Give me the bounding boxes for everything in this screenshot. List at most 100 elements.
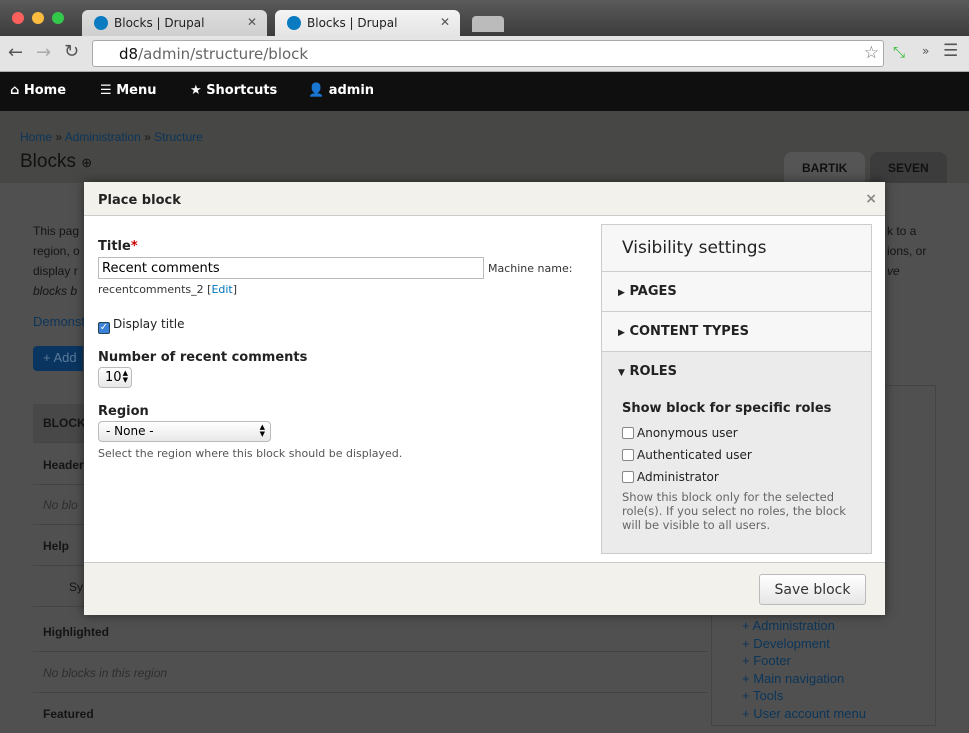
title-label: Title*	[98, 239, 138, 254]
visibility-tab-roles[interactable]: ▼ ROLES	[602, 352, 871, 391]
tab-seven[interactable]: SEVEN	[870, 152, 947, 183]
new-tab-button[interactable]	[472, 16, 504, 32]
visibility-tab-pages[interactable]: ▶ PAGES	[602, 272, 871, 312]
roles-pane: Show block for specific roles Anonymous …	[602, 391, 871, 532]
place-block-dialog: Place block × Title* Machine name: recent…	[84, 182, 885, 615]
sidebar-link[interactable]: + Main navigation	[742, 670, 905, 688]
breadcrumb-sep: »	[55, 130, 63, 144]
checkbox-label: Display title	[113, 317, 185, 331]
menu-icon: ☰	[100, 83, 112, 98]
bookmark-star-icon[interactable]: ☆	[864, 43, 879, 63]
intro-line: display r	[33, 264, 78, 278]
machine-name-label: Machine name:	[488, 262, 573, 275]
checkbox[interactable]	[622, 449, 634, 461]
role-checkbox[interactable]: Anonymous user	[622, 422, 851, 444]
triangle-down-icon: ▼	[618, 368, 625, 378]
breadcrumb-administration[interactable]: Administration	[65, 130, 141, 144]
minimize-window-button[interactable]	[32, 12, 44, 24]
chrome-menu-icon[interactable]: ☰	[943, 41, 958, 61]
sidebar-link[interactable]: + Development	[742, 635, 905, 653]
role-checkbox[interactable]: Authenticated user	[622, 444, 851, 466]
count-value: 10	[105, 370, 122, 385]
breadcrumb-structure[interactable]: Structure	[154, 130, 203, 144]
dialog-title: Place block	[98, 193, 181, 208]
close-tab-icon[interactable]: ✕	[440, 15, 450, 29]
drupal-icon	[94, 16, 108, 30]
count-select[interactable]: 10 ▲ ▼	[98, 367, 132, 388]
url-host: d8	[119, 45, 139, 63]
intro-text-left: This pag region, o display r blocks b	[33, 221, 80, 301]
shortcut-add-icon[interactable]: ⊕	[81, 155, 92, 170]
breadcrumb-home[interactable]: Home	[20, 130, 52, 144]
tab-title: Blocks | Drupal	[114, 16, 205, 30]
page-title-text: Blocks	[20, 151, 76, 172]
intro-line: k to a	[887, 224, 917, 238]
visibility-tab-content-types[interactable]: ▶ CONTENT TYPES	[602, 312, 871, 352]
section-label: PAGES	[629, 284, 677, 299]
close-icon[interactable]: ×	[865, 191, 877, 207]
required-mark: *	[130, 239, 138, 254]
display-title-checkbox[interactable]: ✓ Display title	[98, 317, 185, 334]
browser-tab[interactable]: Blocks | Drupal ✕	[82, 10, 267, 36]
intro-line: region, o	[33, 244, 80, 258]
user-icon: 👤	[308, 83, 325, 98]
region-select[interactable]: - None - ▲ ▼	[98, 421, 271, 442]
checkbox-label: Authenticated user	[637, 448, 752, 462]
triangle-right-icon: ▶	[618, 288, 625, 298]
toolbar-label: Menu	[116, 83, 157, 98]
sidebar-link[interactable]: + User account menu	[742, 705, 905, 723]
region-value: - None -	[106, 424, 154, 438]
toolbar-home[interactable]: ⌂ Home	[10, 83, 66, 98]
demo-link[interactable]: Demonst	[33, 314, 85, 329]
browser-toolbar: ← → ↻ d8/admin/structure/block ☆ ⤡ » ☰	[0, 36, 969, 72]
save-block-button[interactable]: Save block	[759, 574, 866, 605]
section-label: CONTENT TYPES	[629, 324, 749, 339]
more-extensions-icon[interactable]: »	[922, 44, 929, 58]
home-icon: ⌂	[10, 83, 20, 98]
forward-icon[interactable]: →	[36, 42, 51, 63]
intro-line: blocks b	[33, 284, 78, 298]
region-row: Featured	[43, 707, 94, 721]
address-bar[interactable]: d8/admin/structure/block ☆	[92, 40, 884, 67]
toolbar-menu[interactable]: ☰ Menu	[100, 83, 156, 98]
checkbox-checked[interactable]: ✓	[98, 322, 110, 334]
browser-tab-active[interactable]: Blocks | Drupal ✕	[275, 10, 460, 36]
updown-arrows-icon: ▲ ▼	[122, 369, 128, 384]
browser-tab-bar: Blocks | Drupal ✕ Blocks | Drupal ✕	[0, 0, 969, 36]
url-path: /admin/structure/block	[138, 45, 309, 63]
intro-line: ions, or	[887, 244, 927, 258]
sidebar-link[interactable]: + Tools	[742, 687, 905, 705]
sidebar-link[interactable]: + Footer	[742, 652, 905, 670]
region-help: Select the region where this block shoul…	[98, 447, 403, 460]
star-icon: ★	[190, 83, 202, 98]
sidebar-link[interactable]: + Administration	[742, 617, 905, 635]
roles-heading: Show block for specific roles	[622, 401, 832, 416]
title-input[interactable]	[98, 257, 484, 279]
page-title: Blocks ⊕	[20, 151, 92, 173]
close-window-button[interactable]	[12, 12, 24, 24]
tab-bartik[interactable]: BARTIK	[784, 152, 866, 183]
back-icon[interactable]: ←	[8, 42, 23, 63]
admin-toolbar: ⌂ Home ☰ Menu ★ Shortcuts 👤 admin	[0, 72, 969, 111]
checkbox-label: Anonymous user	[637, 426, 738, 440]
checkbox[interactable]	[622, 471, 634, 483]
dialog-footer: Save block	[84, 562, 885, 615]
toolbar-label: admin	[328, 83, 375, 98]
intro-line: ve	[887, 264, 900, 278]
close-tab-icon[interactable]: ✕	[247, 15, 257, 29]
extension-icon[interactable]: ⤡	[893, 43, 905, 61]
role-checkbox[interactable]: Administrator	[622, 466, 851, 488]
drupal-icon	[287, 16, 301, 30]
maximize-window-button[interactable]	[52, 12, 64, 24]
reload-icon[interactable]: ↻	[64, 41, 79, 62]
edit-machine-name-link[interactable]: Edit	[211, 283, 232, 296]
add-block-button[interactable]: + Add	[33, 346, 83, 371]
breadcrumb-sep: »	[144, 130, 151, 144]
machine-name: recentcomments_2 [Edit]	[98, 283, 238, 296]
checkbox-label: Administrator	[637, 470, 719, 484]
breadcrumb: Home » Administration » Structure	[20, 130, 203, 144]
intro-line: This pag	[33, 224, 80, 238]
toolbar-shortcuts[interactable]: ★ Shortcuts	[190, 83, 277, 98]
checkbox[interactable]	[622, 427, 634, 439]
toolbar-user[interactable]: 👤 admin	[308, 83, 374, 98]
